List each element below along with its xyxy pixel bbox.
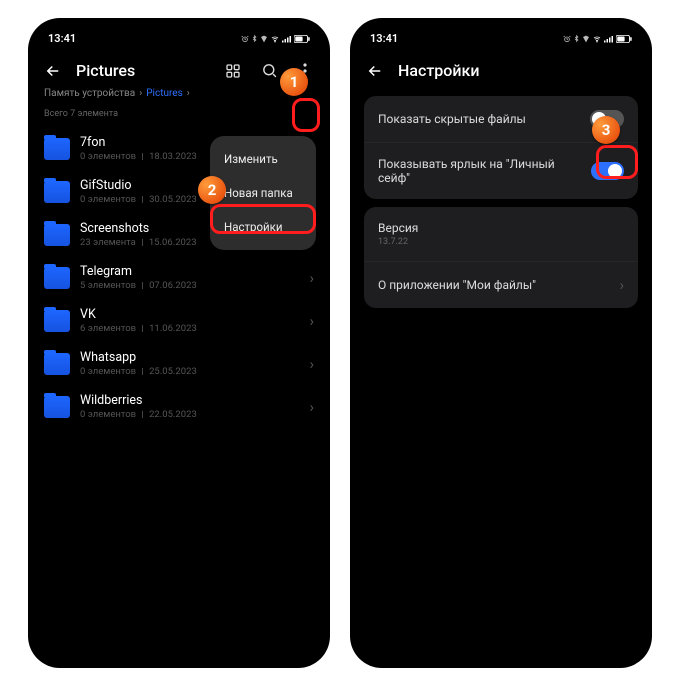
settings-card-about: Версия 13.7.22 О приложении "Мои файлы" … (364, 207, 638, 308)
folder-icon (44, 310, 70, 332)
row-label: Версия (378, 221, 418, 235)
status-time: 13:41 (370, 32, 398, 45)
version-value: 13.7.22 (378, 237, 418, 247)
phone-right: 13:41 Настройки Показать скрытые файлы (350, 18, 652, 668)
chevron-right-icon: › (309, 269, 314, 287)
alarm-icon (241, 35, 249, 43)
chevron-right-icon: › (309, 398, 314, 416)
folder-name: Whatsapp (80, 350, 299, 365)
breadcrumb-sep: › (139, 88, 142, 99)
folder-icon (44, 181, 70, 203)
row-about-app[interactable]: О приложении "Мои файлы" › (364, 261, 638, 308)
search-icon[interactable] (260, 62, 278, 80)
folder-icon (44, 267, 70, 289)
chevron-right-icon: › (619, 276, 624, 294)
back-icon[interactable] (44, 62, 62, 80)
list-item[interactable]: VK 6 элементов11.06.2023 › (38, 299, 320, 342)
breadcrumb-root[interactable]: Память устройства (44, 88, 135, 99)
folder-icon (44, 224, 70, 246)
header: Настройки (350, 47, 652, 88)
page-title: Pictures (76, 61, 210, 80)
folder-name: VK (80, 307, 299, 322)
chevron-right-icon: › (309, 355, 314, 373)
menu-settings[interactable]: Настройки (210, 210, 316, 244)
breadcrumb-sep: › (187, 88, 190, 99)
breadcrumb-active: Pictures (146, 88, 183, 99)
chevron-right-icon: › (309, 312, 314, 330)
status-bar: 13:41 (28, 28, 330, 47)
menu-newfolder[interactable]: Новая папка (210, 176, 316, 210)
callout-badge-3: 3 (592, 116, 620, 144)
row-vault-shortcut[interactable]: Показывать ярлык на "Личный сейф" (364, 142, 638, 199)
folder-icon (44, 396, 70, 418)
wifi-icon (270, 35, 280, 43)
location-icon (582, 35, 590, 43)
battery-icon (616, 35, 632, 43)
grid-view-icon[interactable] (224, 62, 242, 80)
toggle-vault-shortcut[interactable] (591, 162, 624, 180)
items-count: Всего 7 элемента (28, 103, 330, 127)
row-version: Версия 13.7.22 (364, 207, 638, 261)
status-bar: 13:41 (350, 28, 652, 47)
signal-icon (282, 35, 292, 43)
folder-name: Telegram (80, 264, 299, 279)
folder-icon (44, 353, 70, 375)
list-item[interactable]: Whatsapp 0 элементов25.05.2023 › (38, 342, 320, 385)
folder-icon (44, 138, 70, 160)
back-icon[interactable] (366, 62, 384, 80)
status-indicators (563, 34, 632, 43)
status-time: 13:41 (48, 32, 76, 45)
folder-name: Wildberries (80, 393, 299, 408)
battery-icon (294, 35, 310, 43)
settings-card-toggles: Показать скрытые файлы Показывать ярлык … (364, 96, 638, 199)
callout-badge-2: 2 (198, 176, 226, 204)
location-icon (260, 35, 268, 43)
phone-left: 13:41 Pictures (28, 18, 330, 668)
list-item[interactable]: Telegram 5 элементов07.06.2023 › (38, 256, 320, 299)
row-label: Показать скрытые файлы (378, 112, 526, 126)
status-indicators (241, 34, 310, 43)
row-label: Показывать ярлык на "Личный сейф" (378, 157, 583, 185)
bluetooth-icon (251, 34, 258, 43)
alarm-icon (563, 35, 571, 43)
context-menu: Изменить Новая папка Настройки (210, 136, 316, 250)
list-item[interactable]: Wildberries 0 элементов22.05.2023 › (38, 385, 320, 428)
menu-edit[interactable]: Изменить (210, 142, 316, 176)
callout-badge-1: 1 (280, 68, 308, 96)
row-label: О приложении "Мои файлы" (378, 278, 536, 292)
signal-icon (604, 35, 614, 43)
bluetooth-icon (573, 34, 580, 43)
wifi-icon (592, 35, 602, 43)
page-title: Настройки (398, 61, 636, 80)
